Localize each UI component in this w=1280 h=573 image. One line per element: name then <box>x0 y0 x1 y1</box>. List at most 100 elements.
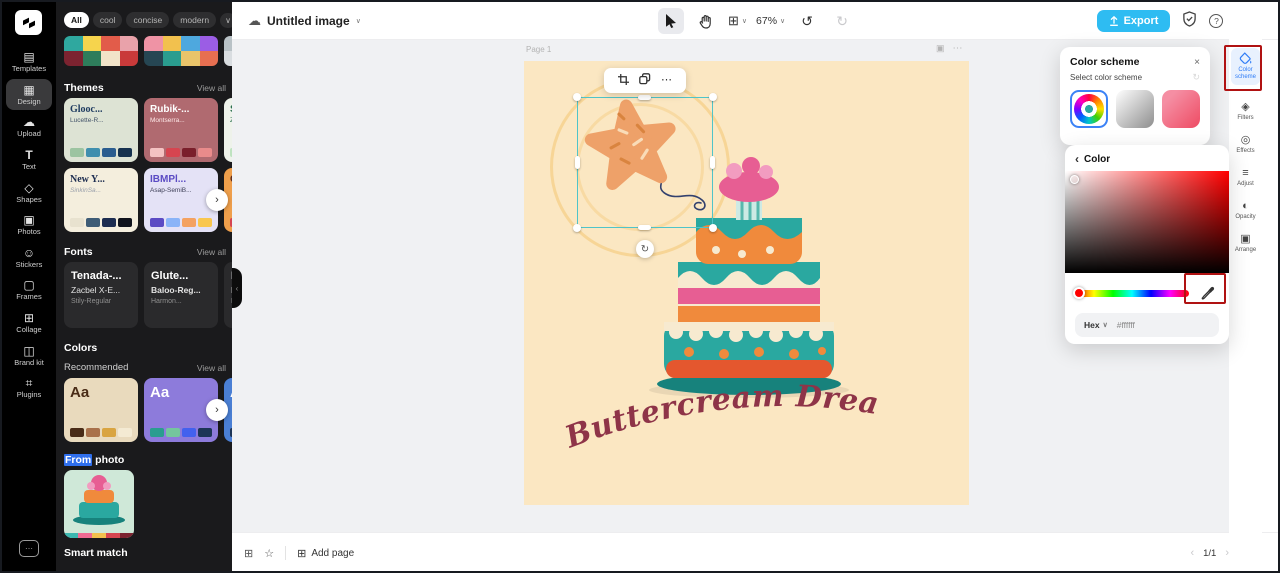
design-icon: ▦ <box>23 82 35 97</box>
color-card-sample: Aa <box>230 384 232 401</box>
rotate-handle[interactable]: ↻ <box>636 240 654 258</box>
sidebar-item-plugins[interactable]: ⌗ Plugins <box>6 372 52 404</box>
more-options-icon[interactable]: ⋯ <box>661 75 672 86</box>
resize-tool-button[interactable]: ⊞ ∨ <box>728 8 747 34</box>
sidebar-item-templates[interactable]: ▤ Templates <box>6 46 52 78</box>
sidebar-item-upload[interactable]: ☁ Upload <box>6 111 52 143</box>
selection-handle-se[interactable] <box>709 224 717 232</box>
help-icon[interactable]: ? <box>1209 14 1224 28</box>
pages-grid-icon[interactable]: ⊞ <box>244 547 253 560</box>
sidebar-item-frames[interactable]: ▢ Frames <box>6 274 52 306</box>
filter-chips: All cool concise modern ∨ <box>64 12 232 28</box>
upload-icon: ☁ <box>23 115 35 130</box>
theme-card[interactable]: Spli ZY <box>224 98 232 162</box>
document-title[interactable]: Untitled image <box>267 14 350 28</box>
divider <box>285 546 287 560</box>
shield-check-icon[interactable] <box>1182 10 1197 32</box>
reset-icon[interactable]: ↻ <box>1192 72 1200 83</box>
templates-icon: ▤ <box>23 50 35 64</box>
font-line: Glute... <box>151 270 189 282</box>
palette-strip <box>64 36 232 66</box>
export-button[interactable]: Export <box>1096 10 1171 32</box>
support-icon[interactable]: ⋯ <box>19 540 39 557</box>
rail-item-effects[interactable]: ◎ Effects <box>1231 131 1260 159</box>
font-card[interactable]: Tenada-... Zacbel X-E... Stily-Regular <box>64 262 138 328</box>
theme-card[interactable]: Rubik-... Montserra... <box>144 98 218 162</box>
sidebar-item-text[interactable]: T Text <box>6 144 52 176</box>
theme-name: Rubik-... <box>150 104 190 115</box>
colors-view-all[interactable]: View all <box>197 363 226 373</box>
eyedropper-button[interactable] <box>1197 282 1219 304</box>
hue-slider[interactable] <box>1073 286 1189 299</box>
redo-button[interactable]: ↻ <box>829 8 855 34</box>
selection-handle-e[interactable] <box>710 155 715 169</box>
from-photo-card[interactable] <box>64 470 134 538</box>
selection-handle-nw[interactable] <box>573 93 581 101</box>
select-tool-button[interactable] <box>658 8 684 34</box>
palette-card[interactable] <box>144 36 218 66</box>
color-label: Color <box>1084 153 1111 165</box>
colors-subtitle: Recommended <box>64 362 129 373</box>
colors-next-button[interactable]: › <box>206 399 228 421</box>
font-card[interactable]: Rub M... Monts... <box>224 262 232 328</box>
themes-next-button[interactable]: › <box>206 189 228 211</box>
filter-chip-concise[interactable]: concise <box>126 12 170 28</box>
sidebar-item-photos[interactable]: ▣ Photos <box>6 209 52 241</box>
more-options-icon[interactable]: ⋯ <box>953 43 963 54</box>
palette-card[interactable] <box>64 36 138 66</box>
filter-chip-modern[interactable]: modern <box>173 12 217 28</box>
rail-item-adjust[interactable]: ≡ Adjust <box>1231 164 1260 192</box>
duplicate-icon[interactable] <box>639 72 651 90</box>
hue-marker[interactable] <box>1073 286 1085 299</box>
panel-collapse-handle[interactable]: ‹ <box>232 268 242 308</box>
hex-value[interactable]: #ffffff <box>1117 320 1135 330</box>
selection-box[interactable] <box>573 93 717 232</box>
close-icon[interactable]: × <box>1194 57 1200 68</box>
filter-chip-all[interactable]: All <box>64 12 89 28</box>
caption-text[interactable]: Buttercream Dream <box>558 370 888 470</box>
back-icon[interactable]: ‹ <box>1075 152 1079 166</box>
chevron-down-icon[interactable]: ∨ <box>1103 321 1108 329</box>
themes-view-all[interactable]: View all <box>197 83 226 93</box>
saturation-marker[interactable] <box>1070 175 1079 184</box>
crop-icon[interactable] <box>618 72 629 90</box>
selection-handle-w[interactable] <box>575 155 580 169</box>
page-options-icon[interactable]: ▣ <box>936 43 945 54</box>
sidebar-item-stickers[interactable]: ☺ Stickers <box>6 242 52 274</box>
saturation-picker[interactable] <box>1065 171 1229 273</box>
frames-icon: ▢ <box>23 278 35 293</box>
sidebar-item-design[interactable]: ▦ Design <box>6 78 52 111</box>
hand-tool-button[interactable] <box>693 8 719 34</box>
sidebar-item-brand-kit[interactable]: ◫ Brand kit <box>6 340 52 372</box>
prev-page-icon[interactable]: ‹ <box>1190 547 1194 559</box>
gray-scheme-swatch[interactable] <box>1116 90 1154 128</box>
palette-card[interactable] <box>224 36 232 66</box>
selection-handle-ne[interactable] <box>709 93 717 101</box>
sidebar-item-collage[interactable]: ⊞ Collage <box>6 307 52 339</box>
zoom-control[interactable]: 67% ∨ <box>756 8 785 34</box>
selection-handle-n[interactable] <box>638 95 651 100</box>
fonts-view-all[interactable]: View all <box>197 247 226 257</box>
collage-icon: ⊞ <box>23 311 35 325</box>
chevron-down-icon[interactable]: ∨ <box>220 12 232 28</box>
color-wheel-swatch[interactable] <box>1070 90 1108 128</box>
theme-card[interactable]: Glooc... Lucette-R... <box>64 98 138 162</box>
chevron-down-icon[interactable]: ∨ <box>356 17 361 25</box>
add-page-button[interactable]: ⊞ Add page <box>297 547 354 560</box>
capcut-logo[interactable] <box>15 10 42 35</box>
theme-card[interactable]: New Y... SinkinSa... <box>64 168 138 232</box>
favorite-icon[interactable]: ☆ <box>264 547 274 560</box>
hex-input[interactable]: Hex ∨ #ffffff <box>1075 313 1219 337</box>
rail-item-arrange[interactable]: ▣ Arrange <box>1231 230 1260 258</box>
filter-chip-cool[interactable]: cool <box>92 12 123 28</box>
rail-item-opacity[interactable]: ◐ Opacity <box>1231 197 1260 225</box>
undo-button[interactable]: ↺ <box>794 8 820 34</box>
selection-handle-sw[interactable] <box>573 224 581 232</box>
pink-scheme-swatch[interactable] <box>1162 90 1200 128</box>
rail-item-filters[interactable]: ◈ Filters <box>1231 98 1260 126</box>
sidebar-item-shapes[interactable]: ◇ Shapes <box>6 177 52 209</box>
rail-item-color-scheme[interactable]: Color scheme <box>1231 48 1260 85</box>
font-card[interactable]: Glute... Baloo-Reg... Harmon... <box>144 262 218 328</box>
color-card[interactable]: Aa <box>64 378 138 442</box>
selection-handle-s[interactable] <box>638 225 651 230</box>
